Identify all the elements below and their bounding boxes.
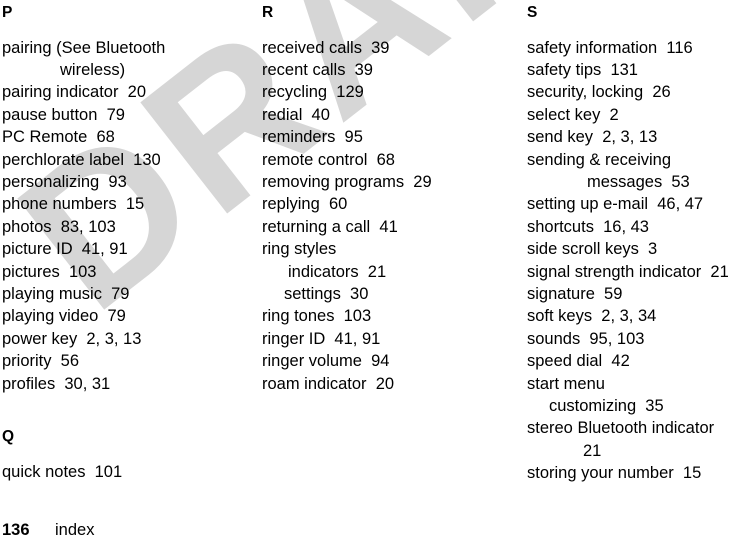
index-entry[interactable]: start menu [527, 373, 743, 395]
index-entry[interactable]: recent calls 39 [262, 59, 507, 81]
index-entry[interactable]: security, locking 26 [527, 81, 743, 103]
index-section-q: Qquick notes 101 [2, 395, 247, 483]
index-entry[interactable]: ringer volume 94 [262, 350, 507, 372]
index-column-3: Ssafety information 116 safety tips 131 se… [527, 0, 743, 485]
section-letter-heading: R [262, 4, 274, 21]
index-entry[interactable]: setting up e-mail 46, 47 [527, 193, 743, 215]
page-number: 136 [2, 521, 30, 539]
index-entry[interactable]: removing programs 29 [262, 171, 507, 193]
index-entry[interactable]: playing music 79 [2, 283, 247, 305]
index-column-1: Ppairing (See Bluetooth wireless) pairing … [2, 0, 247, 483]
index-entry[interactable]: 21 [527, 440, 743, 462]
index-entry[interactable]: pairing (See Bluetooth [2, 37, 247, 59]
index-entry[interactable]: reminders 95 [262, 126, 507, 148]
index-entry[interactable]: send key 2, 3, 13 [527, 126, 743, 148]
index-entry[interactable]: redial 40 [262, 104, 507, 126]
index-entry[interactable]: messages 53 [527, 171, 743, 193]
index-entry[interactable]: ring styles [262, 238, 507, 260]
index-entry[interactable]: wireless) [2, 59, 247, 81]
index-entry[interactable]: soft keys 2, 3, 34 [527, 305, 743, 327]
index-entry[interactable]: ringer ID 41, 91 [262, 328, 507, 350]
index-entry[interactable]: signal strength indicator 21 [527, 261, 743, 283]
section-letter-heading: Q [2, 428, 15, 445]
index-entry[interactable]: speed dial 42 [527, 350, 743, 372]
index-entry[interactable]: phone numbers 15 [2, 193, 247, 215]
index-section-s: Ssafety information 116 safety tips 131 se… [527, 0, 743, 485]
index-entry[interactable]: signature 59 [527, 283, 743, 305]
index-entry[interactable]: roam indicator 20 [262, 373, 507, 395]
index-entry[interactable]: recycling 129 [262, 81, 507, 103]
index-entry[interactable]: sending & receiving [527, 149, 743, 171]
index-entry[interactable]: pairing indicator 20 [2, 81, 247, 103]
index-page: Ppairing (See Bluetooth wireless) pairing … [0, 0, 743, 546]
section-letter-heading: S [527, 4, 538, 21]
index-section-p: Ppairing (See Bluetooth wireless) pairing … [2, 0, 247, 395]
index-entry[interactable]: side scroll keys 3 [527, 238, 743, 260]
index-entry[interactable]: storing your number 15 [527, 462, 743, 484]
index-entry[interactable]: remote control 68 [262, 149, 507, 171]
index-entry[interactable]: perchlorate label 130 [2, 149, 247, 171]
index-entry[interactable]: sounds 95, 103 [527, 328, 743, 350]
index-entry[interactable]: playing video 79 [2, 305, 247, 327]
section-letter-heading: P [2, 4, 13, 21]
index-entry[interactable]: photos 83, 103 [2, 216, 247, 238]
index-entry[interactable]: priority 56 [2, 350, 247, 372]
index-entry[interactable]: ring tones 103 [262, 305, 507, 327]
index-entry[interactable]: indicators 21 [262, 261, 507, 283]
index-entry[interactable]: safety information 116 [527, 37, 743, 59]
index-entry[interactable]: returning a call 41 [262, 216, 507, 238]
index-entry[interactable]: power key 2, 3, 13 [2, 328, 247, 350]
index-column-2: Rreceived calls 39 recent calls 39 recycli… [262, 0, 507, 395]
index-entry[interactable]: received calls 39 [262, 37, 507, 59]
index-entry[interactable]: personalizing 93 [2, 171, 247, 193]
index-entry[interactable]: pictures 103 [2, 261, 247, 283]
index-entry[interactable]: pause button 79 [2, 104, 247, 126]
index-entry[interactable]: select key 2 [527, 104, 743, 126]
index-entry[interactable]: replying 60 [262, 193, 507, 215]
index-entry[interactable]: PC Remote 68 [2, 126, 247, 148]
footer-label: index [55, 521, 95, 539]
index-entry[interactable]: quick notes 101 [2, 461, 247, 483]
index-entry[interactable]: settings 30 [262, 283, 507, 305]
index-entry[interactable]: customizing 35 [527, 395, 743, 417]
index-entry[interactable]: safety tips 131 [527, 59, 743, 81]
index-entry[interactable]: profiles 30, 31 [2, 373, 247, 395]
index-section-r: Rreceived calls 39 recent calls 39 recycli… [262, 0, 507, 395]
index-entry[interactable]: shortcuts 16, 43 [527, 216, 743, 238]
index-entry[interactable]: picture ID 41, 91 [2, 238, 247, 260]
index-entry[interactable]: stereo Bluetooth indicator [527, 417, 743, 439]
page-footer: 136 index [2, 520, 94, 540]
